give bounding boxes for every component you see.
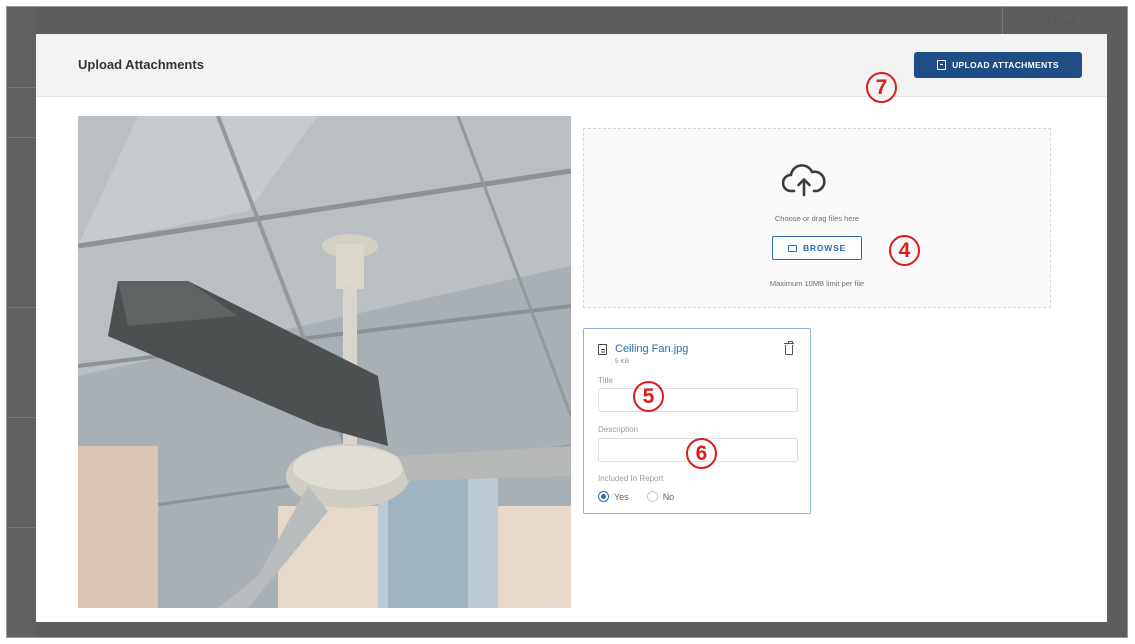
file-dropzone[interactable]: Choose or drag files here BROWSE Maximum… xyxy=(583,128,1051,308)
upload-attachments-button[interactable]: UPLOAD ATTACHMENTS xyxy=(914,52,1082,78)
title-label: Title xyxy=(598,376,613,385)
included-in-report-group: Yes No xyxy=(598,491,674,502)
ceiling-fan-photo xyxy=(78,116,571,608)
annotation-marker-4: 4 xyxy=(889,235,920,266)
dropzone-prompt: Choose or drag files here xyxy=(774,214,860,223)
radio-no-label: No xyxy=(662,491,675,502)
upload-attachments-label: UPLOAD ATTACHMENTS xyxy=(952,60,1059,70)
browse-label: BROWSE xyxy=(802,243,847,253)
folder-icon xyxy=(787,244,797,252)
radio-no[interactable] xyxy=(646,491,658,502)
background-divider xyxy=(7,527,37,528)
background-tab-details: DETAILS xyxy=(1042,17,1075,26)
cloud-upload-icon xyxy=(782,164,826,197)
save-icon xyxy=(937,60,947,70)
title-input[interactable] xyxy=(598,388,798,412)
browse-button[interactable]: BROWSE xyxy=(772,236,862,260)
attachment-file-name[interactable]: Ceiling Fan.jpg xyxy=(615,343,688,355)
trash-icon[interactable] xyxy=(784,341,794,355)
annotation-marker-5: 5 xyxy=(633,381,664,412)
modal-title: Upload Attachments xyxy=(78,57,204,72)
attachment-file-size: 5 KB xyxy=(615,358,630,365)
radio-yes[interactable] xyxy=(598,491,609,502)
included-in-report-label: Included In Report xyxy=(598,474,664,483)
dropzone-limit-note: Maximum 10MB limit per file xyxy=(769,279,865,288)
annotation-marker-6: 6 xyxy=(686,438,717,469)
annotation-marker-7: 7 xyxy=(866,72,897,103)
background-divider xyxy=(7,307,37,308)
background-sidebar xyxy=(7,7,37,637)
background-divider xyxy=(7,87,37,88)
description-label: Description xyxy=(598,425,639,434)
attachment-card: Ceiling Fan.jpg 5 KB Title Description I… xyxy=(583,328,811,514)
upload-attachments-modal: Upload Attachments UPLOAD ATTACHMENTS Ch… xyxy=(36,34,1107,622)
background-divider xyxy=(7,137,37,138)
background-divider xyxy=(7,417,37,418)
modal-header: Upload Attachments UPLOAD ATTACHMENTS xyxy=(36,34,1107,97)
file-icon xyxy=(598,344,607,355)
image-preview xyxy=(78,116,571,608)
radio-yes-label: Yes xyxy=(614,491,629,502)
